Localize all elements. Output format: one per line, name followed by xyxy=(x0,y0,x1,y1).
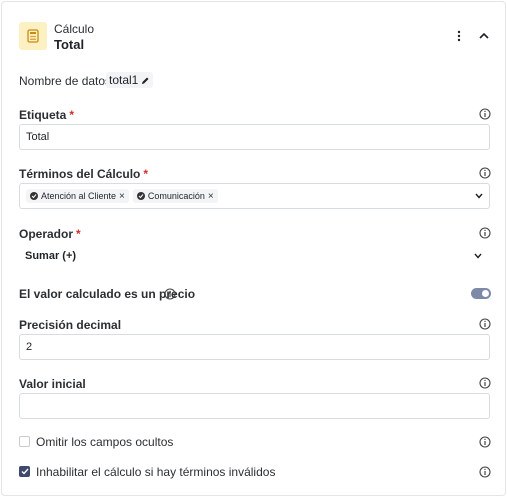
info-icon[interactable] xyxy=(479,167,491,179)
info-icon[interactable] xyxy=(479,227,491,239)
required-marker: * xyxy=(76,227,81,241)
collapse-chevron-up-icon[interactable] xyxy=(476,28,492,44)
info-icon[interactable] xyxy=(479,108,491,120)
checkmark-icon xyxy=(21,468,29,475)
label-input[interactable]: Total xyxy=(19,124,490,150)
disable-invalid-label: Inhabilitar el cálculo si hay términos i… xyxy=(36,465,276,479)
block-type-label: Cálculo xyxy=(54,22,95,36)
info-icon[interactable] xyxy=(479,466,491,478)
pencil-icon[interactable] xyxy=(141,76,150,85)
operator-field-label: Operador * xyxy=(19,227,81,241)
data-name-label: Nombre de datos: xyxy=(19,74,115,88)
term-tag: Atención al Cliente × xyxy=(26,189,129,203)
toggle-knob xyxy=(482,290,489,297)
label-field-label: Etiqueta * xyxy=(19,108,75,122)
initial-value-input[interactable] xyxy=(19,393,490,419)
initial-value-field-label: Valor inicial xyxy=(19,377,86,391)
operator-select-value: Sumar (+) xyxy=(25,250,77,262)
info-icon[interactable] xyxy=(479,436,491,448)
chevron-down-icon[interactable] xyxy=(474,253,482,259)
precision-input[interactable]: 2 xyxy=(19,334,490,360)
remove-tag-icon[interactable]: × xyxy=(119,191,125,202)
price-toggle-switch[interactable] xyxy=(471,288,491,299)
terms-multiselect[interactable]: Atención al Cliente × Comunicación × xyxy=(19,183,490,209)
more-options-icon[interactable] xyxy=(451,28,467,44)
terms-field-label: Términos del Cálculo * xyxy=(19,167,149,181)
omit-hidden-label: Omitir los campos ocultos xyxy=(36,435,174,449)
data-name-value: total1 xyxy=(109,73,139,87)
info-icon[interactable] xyxy=(479,377,491,389)
check-circle-icon xyxy=(136,192,145,200)
chevron-down-icon[interactable] xyxy=(475,193,483,199)
calculation-panel: Cálculo Total Nombre de datos: total1 Et… xyxy=(1,1,506,496)
info-icon[interactable] xyxy=(164,288,176,300)
disable-invalid-checkbox[interactable] xyxy=(19,466,30,477)
term-tag: Comunicación × xyxy=(132,189,218,203)
operator-select[interactable]: Sumar (+) xyxy=(19,244,490,268)
block-title: Total xyxy=(54,37,85,52)
data-name-chip[interactable]: total1 xyxy=(106,72,154,88)
omit-hidden-checkbox[interactable] xyxy=(19,436,30,447)
required-marker: * xyxy=(69,108,75,122)
remove-tag-icon[interactable]: × xyxy=(208,191,214,202)
info-icon[interactable] xyxy=(479,318,491,330)
calculator-icon xyxy=(19,22,47,50)
precision-field-label: Precisión decimal xyxy=(19,318,122,332)
required-marker: * xyxy=(143,167,149,181)
check-circle-icon xyxy=(30,192,38,200)
